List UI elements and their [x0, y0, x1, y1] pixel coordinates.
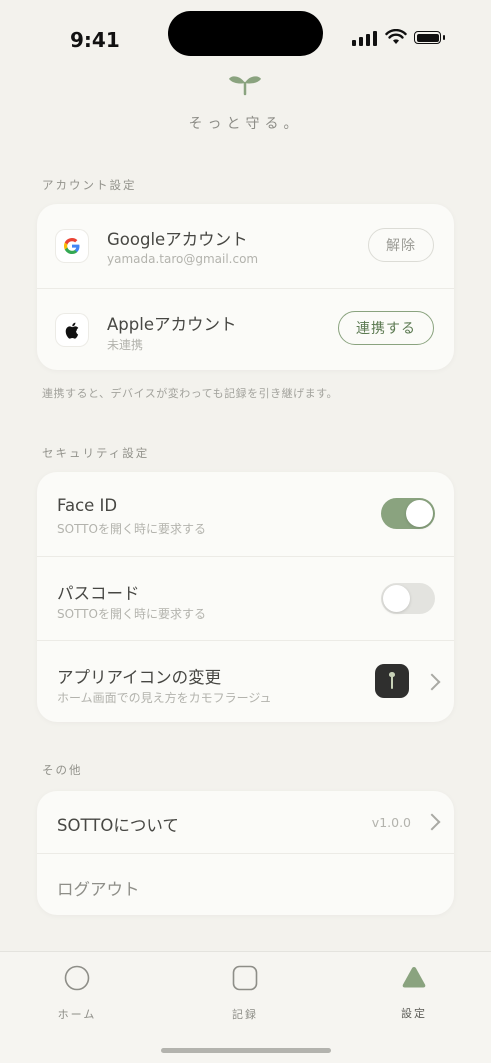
security-card: Face ID SOTTOを開く時に要求する パスコード SOTTOを開く時に要…	[37, 472, 454, 722]
chevron-right-icon	[423, 813, 441, 831]
face-id-row: Face ID SOTTOを開く時に要求する	[37, 472, 454, 556]
wifi-icon	[385, 29, 407, 44]
tab-records[interactable]	[205, 965, 285, 995]
apple-account-title: Appleアカウント	[107, 315, 237, 334]
other-card: SOTTOについて v1.0.0 ログアウト	[37, 791, 454, 915]
apple-logo-icon	[56, 314, 88, 346]
logout-button[interactable]: ログアウト	[57, 876, 140, 900]
tab-settings[interactable]	[374, 965, 454, 993]
sprout-logo-icon	[229, 76, 261, 96]
app-version: v1.0.0	[371, 815, 411, 830]
face-id-subtitle: SOTTOを開く時に要求する	[57, 522, 206, 536]
tab-settings-label: 設定	[401, 1007, 427, 1020]
apple-account-row: Appleアカウント 未連携 連携する	[37, 288, 454, 370]
triangle-icon	[402, 967, 426, 988]
logout-row[interactable]: ログアウト	[37, 853, 454, 915]
face-id-toggle[interactable]	[381, 498, 435, 529]
app-tagline: そっと守る。	[188, 116, 303, 132]
battery-icon	[414, 31, 445, 44]
face-id-title: Face ID	[57, 496, 118, 515]
passcode-title: パスコード	[57, 584, 140, 603]
apple-link-button[interactable]: 連携する	[338, 311, 434, 345]
tab-records-label: 記録	[232, 1008, 258, 1021]
passcode-subtitle: SOTTOを開く時に要求する	[57, 607, 206, 621]
app-icon-change-title: アプリアイコンの変更	[57, 668, 222, 687]
app-icon-preview	[375, 664, 409, 698]
cellular-signal-icon	[352, 30, 377, 46]
status-time: 9:41	[70, 28, 120, 52]
apple-account-status: 未連携	[107, 338, 144, 352]
section-title-security: セキュリティ設定	[42, 446, 150, 460]
google-account-title: Googleアカウント	[107, 230, 248, 249]
google-account-row: Googleアカウント yamada.taro@gmail.com 解除	[37, 204, 454, 288]
passcode-row: パスコード SOTTOを開く時に要求する	[37, 556, 454, 640]
chevron-right-icon	[423, 673, 441, 691]
circle-icon	[64, 965, 90, 991]
section-title-other: その他	[42, 763, 83, 777]
home-indicator	[161, 1048, 331, 1053]
dynamic-island	[168, 11, 323, 56]
about-row[interactable]: SOTTOについて v1.0.0	[37, 791, 454, 853]
account-card: Googleアカウント yamada.taro@gmail.com 解除 App…	[37, 204, 454, 370]
rounded-square-icon	[232, 965, 258, 991]
app-icon-change-subtitle: ホーム画面での見え方をカモフラージュ	[57, 691, 272, 705]
app-icon-change-row[interactable]: アプリアイコンの変更 ホーム画面での見え方をカモフラージュ	[37, 640, 454, 722]
google-account-email: yamada.taro@gmail.com	[107, 252, 259, 266]
tab-home-label: ホーム	[57, 1008, 97, 1021]
passcode-toggle[interactable]	[381, 583, 435, 614]
section-title-account: アカウント設定	[42, 178, 137, 192]
about-title: SOTTOについて	[57, 816, 179, 835]
google-unlink-button[interactable]: 解除	[368, 228, 434, 262]
account-link-note: 連携すると、デバイスが変わっても記録を引き継げます。	[42, 387, 339, 400]
tab-home[interactable]	[37, 965, 117, 995]
google-g-icon	[56, 230, 88, 262]
